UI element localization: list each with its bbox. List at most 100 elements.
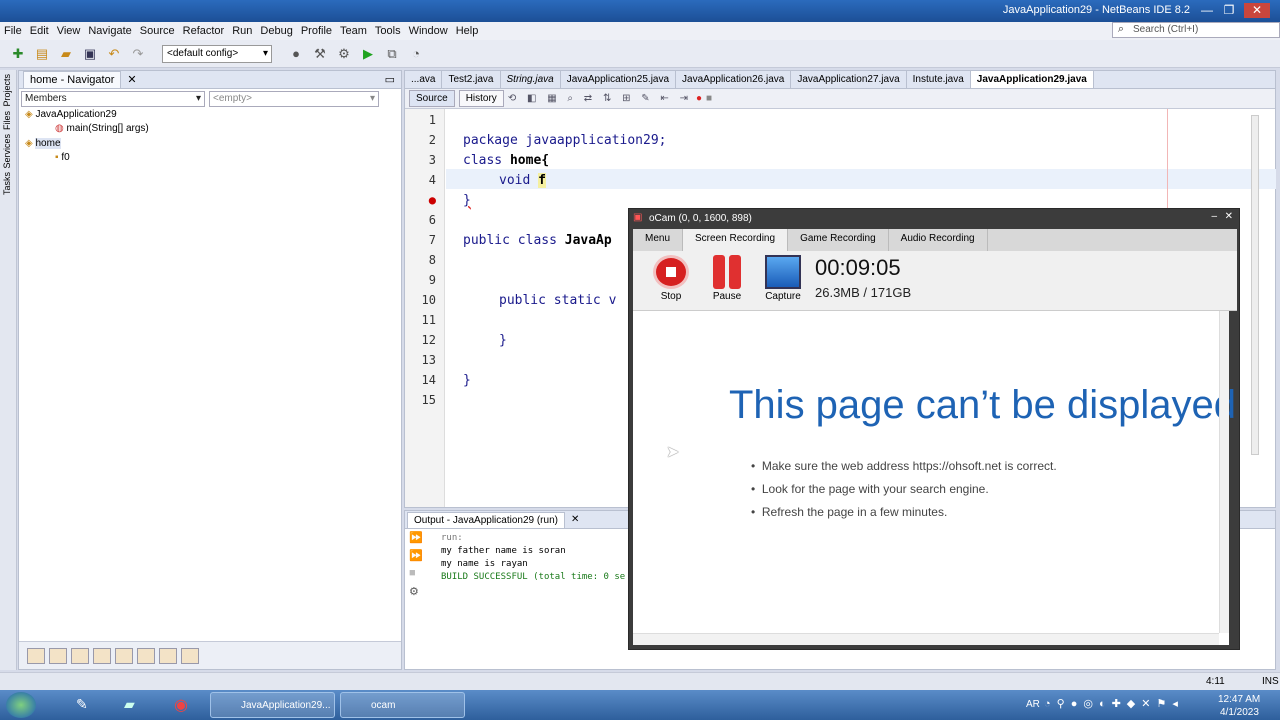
filter-icon[interactable] bbox=[93, 647, 111, 664]
minimize-button[interactable]: — bbox=[1196, 3, 1218, 18]
filter-icon[interactable] bbox=[27, 647, 45, 664]
filter-icon[interactable] bbox=[137, 647, 155, 664]
code-line-5[interactable]: } bbox=[463, 193, 471, 208]
tab-javaapplication27[interactable]: JavaApplication27.java bbox=[791, 71, 907, 88]
menu-window[interactable]: Window bbox=[405, 25, 452, 37]
clean-build-icon[interactable]: ⚙ bbox=[334, 44, 354, 64]
save-all-icon[interactable]: ▣ bbox=[80, 44, 100, 64]
editor-scrollbar[interactable] bbox=[1251, 115, 1259, 455]
chrome-icon[interactable]: ◉ bbox=[174, 695, 188, 715]
settings-icon[interactable]: ⚙ bbox=[409, 585, 419, 598]
stop-macro-icon[interactable]: ■ bbox=[706, 93, 712, 104]
menu-debug[interactable]: Debug bbox=[256, 25, 296, 37]
filter-icon[interactable] bbox=[115, 647, 133, 664]
side-tab-projects[interactable]: Projects bbox=[2, 74, 12, 107]
clock-time[interactable]: 12:47 AM bbox=[1218, 694, 1260, 705]
minimize-button[interactable]: – bbox=[1211, 211, 1217, 222]
tab-javaapplication26[interactable]: JavaApplication26.java bbox=[676, 71, 792, 88]
preview-hscrollbar[interactable] bbox=[633, 633, 1219, 645]
tab-javaapplication25[interactable]: JavaApplication25.java bbox=[561, 71, 677, 88]
preview-vscrollbar[interactable] bbox=[1219, 311, 1229, 633]
tree-item-project[interactable]: ◈ JavaApplication29 bbox=[25, 109, 117, 120]
menu-view[interactable]: View bbox=[53, 25, 85, 37]
tab-string[interactable]: String.java bbox=[501, 71, 561, 88]
rerun-icon[interactable]: ⏩ bbox=[409, 531, 423, 544]
globe-icon[interactable]: ● bbox=[286, 44, 306, 64]
tab-javaapplication29[interactable]: JavaApplication29.java bbox=[970, 71, 1094, 88]
taskbar-item-netbeans[interactable]: JavaApplication29... bbox=[210, 692, 335, 718]
code-line-2[interactable]: package javaapplication29; bbox=[463, 133, 667, 148]
taskbar-item-ocam[interactable]: ocam bbox=[340, 692, 465, 718]
explorer-icon[interactable]: ▰ bbox=[124, 696, 135, 713]
minimize-panel-icon[interactable]: ▭ bbox=[385, 73, 395, 86]
search-input[interactable]: Search (Ctrl+I) bbox=[1112, 22, 1280, 38]
tab-audio-recording[interactable]: Audio Recording bbox=[889, 229, 988, 251]
code-line-10[interactable]: public static v bbox=[499, 293, 616, 308]
history-button[interactable]: History bbox=[458, 90, 504, 107]
code-line-3[interactable]: class home{ bbox=[463, 153, 549, 168]
build-icon[interactable]: ⚒ bbox=[310, 44, 330, 64]
filter-icon[interactable] bbox=[71, 647, 89, 664]
filter-icon[interactable] bbox=[49, 647, 67, 664]
tab-ava[interactable]: ...ava bbox=[405, 71, 443, 88]
error-icon[interactable]: ● bbox=[416, 193, 436, 207]
code-line-14[interactable]: } bbox=[463, 373, 471, 388]
filter-icon[interactable] bbox=[181, 647, 199, 664]
rerun-params-icon[interactable]: ⏩ bbox=[409, 549, 423, 562]
undo-icon[interactable]: ↶ bbox=[104, 44, 124, 64]
members-select[interactable]: Members ▾ bbox=[21, 91, 205, 107]
run-icon[interactable]: ▶ bbox=[358, 44, 378, 64]
profile-icon[interactable]: ◔ bbox=[406, 44, 426, 64]
pause-button[interactable]: Pause bbox=[703, 255, 751, 302]
menu-help[interactable]: Help bbox=[452, 25, 483, 37]
menu-refactor[interactable]: Refactor bbox=[179, 25, 229, 37]
capture-button[interactable]: Capture bbox=[759, 255, 807, 302]
tree-item-home[interactable]: ◈ home bbox=[25, 138, 61, 149]
code-line-7[interactable]: public class JavaAp bbox=[463, 233, 612, 248]
close-button[interactable]: ✕ bbox=[1225, 211, 1233, 222]
tab-screen-recording[interactable]: Screen Recording bbox=[683, 229, 789, 251]
open-project-icon[interactable]: ▰ bbox=[56, 44, 76, 64]
tab-menu[interactable]: Menu bbox=[633, 229, 684, 251]
menu-run[interactable]: Run bbox=[228, 25, 256, 37]
menu-source[interactable]: Source bbox=[136, 25, 179, 37]
stop-icon[interactable]: ■ bbox=[409, 567, 416, 579]
navigator-tab[interactable]: home - Navigator bbox=[23, 71, 122, 88]
new-project-icon[interactable]: ✚ bbox=[8, 44, 28, 64]
debug-icon[interactable]: ⧉ bbox=[382, 44, 402, 64]
menu-team[interactable]: Team bbox=[336, 25, 371, 37]
new-file-icon[interactable]: ▤ bbox=[32, 44, 52, 64]
editor-tools-icon[interactable]: ⟲ ◧ ▦ ⌕ ⇄ ⇅ ⊞ ✎ ⇤ ⇥ bbox=[508, 93, 692, 104]
tab-instute[interactable]: Instute.java bbox=[907, 71, 971, 88]
side-tab-services[interactable]: Services bbox=[2, 134, 12, 169]
app-pin-icon[interactable]: ✎ bbox=[76, 696, 88, 713]
close-icon[interactable]: ✕ bbox=[127, 73, 136, 86]
menu-edit[interactable]: Edit bbox=[26, 25, 53, 37]
output-tab[interactable]: Output - JavaApplication29 (run) bbox=[407, 511, 565, 528]
config-select[interactable]: <default config> ▾ bbox=[162, 44, 272, 63]
side-tab-tasks[interactable]: Tasks bbox=[2, 172, 12, 195]
menu-navigate[interactable]: Navigate bbox=[84, 25, 135, 37]
close-icon[interactable]: ✕ bbox=[571, 514, 579, 525]
redo-icon[interactable]: ↷ bbox=[128, 44, 148, 64]
language-indicator[interactable]: AR bbox=[1026, 699, 1040, 710]
filter-icon[interactable] bbox=[159, 647, 177, 664]
code-line-4[interactable]: void f bbox=[499, 173, 546, 188]
tray-icons[interactable]: ◔⚲●◎◐✚◆✕⚑◂ bbox=[1044, 697, 1184, 710]
ocam-window[interactable]: ▣ oCam (0, 0, 1600, 898) – ✕ Menu Screen… bbox=[628, 208, 1240, 650]
code-line-12[interactable]: } bbox=[499, 333, 507, 348]
stop-button[interactable]: Stop bbox=[647, 255, 695, 302]
close-button[interactable]: ✕ bbox=[1244, 3, 1270, 18]
filter-select[interactable]: <empty> ▾ bbox=[209, 91, 379, 107]
menu-profile[interactable]: Profile bbox=[297, 25, 336, 37]
side-tab-files[interactable]: Files bbox=[2, 111, 12, 130]
record-macro-icon[interactable]: ● bbox=[696, 93, 702, 104]
tab-game-recording[interactable]: Game Recording bbox=[788, 229, 889, 251]
start-button[interactable] bbox=[6, 692, 36, 718]
tab-test2[interactable]: Test2.java bbox=[442, 71, 501, 88]
menu-file[interactable]: File bbox=[0, 25, 26, 37]
menu-tools[interactable]: Tools bbox=[371, 25, 405, 37]
clock-date[interactable]: 4/1/2023 bbox=[1220, 707, 1259, 718]
tree-item-f0[interactable]: ▪ f0 bbox=[55, 152, 70, 163]
maximize-button[interactable]: ❐ bbox=[1218, 3, 1240, 18]
